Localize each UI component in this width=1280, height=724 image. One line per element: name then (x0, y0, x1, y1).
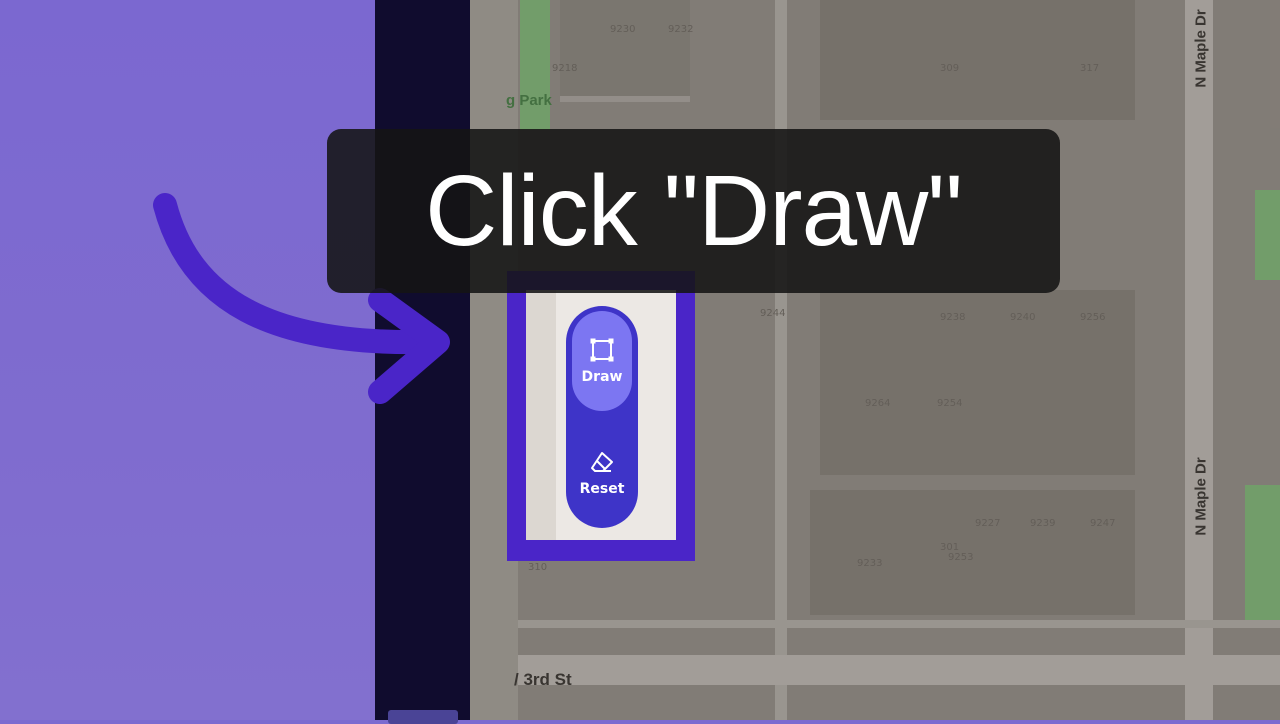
sidebar-strip (375, 0, 470, 720)
draw-button[interactable]: Draw (572, 311, 632, 411)
left-panel (0, 0, 375, 720)
sidebar-widget[interactable] (388, 710, 458, 724)
caption-text: Click "Draw" (425, 155, 963, 267)
draw-button-label: Draw (581, 369, 623, 385)
reset-button-label: Reset (579, 481, 625, 497)
toolbar-backdrop-shade (526, 290, 556, 540)
eraser-icon (591, 452, 613, 472)
draw-square-icon (590, 338, 614, 362)
reset-button[interactable]: Reset (572, 428, 632, 520)
instruction-caption: Click "Draw" (327, 129, 1060, 293)
